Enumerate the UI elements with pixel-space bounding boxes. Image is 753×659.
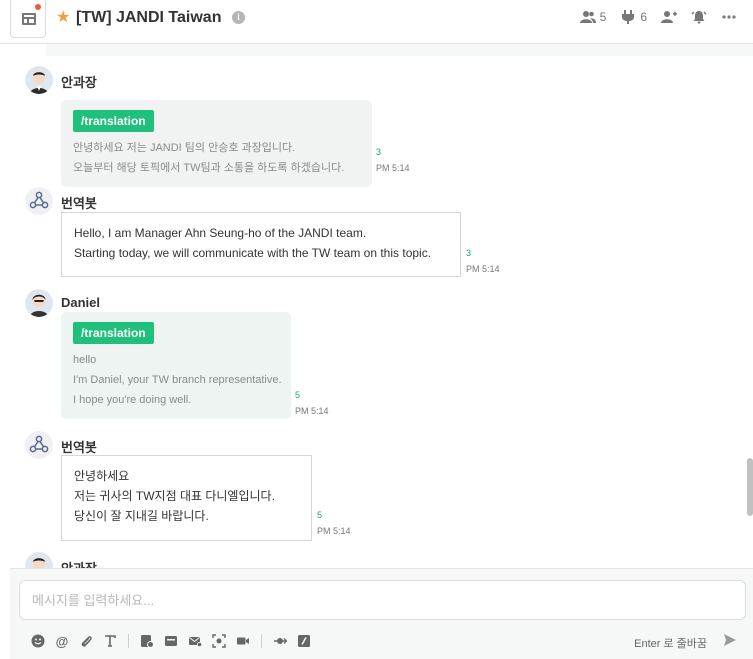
slash-command-icon[interactable] [296, 633, 312, 649]
chat-window: ★ [TW] JANDI Taiwan i 5 6 안과장 /translati… [0, 0, 753, 659]
header-actions: 5 6 [579, 10, 737, 24]
topic-icon [22, 13, 36, 25]
sender-name: 번역봇 [61, 440, 97, 455]
unread-count[interactable]: 5 [295, 390, 329, 400]
topic-list-button[interactable] [10, 0, 46, 38]
avatar[interactable] [25, 187, 53, 215]
message-time: PM 5:14 [317, 526, 351, 536]
plug-icon [622, 10, 635, 24]
unread-count[interactable]: 5 [317, 510, 351, 520]
avatar[interactable] [25, 66, 53, 94]
message-line: 안녕하세요 [74, 469, 130, 483]
message-time: PM 5:14 [466, 264, 500, 274]
command-badge[interactable]: /translation [73, 322, 154, 344]
avatar[interactable] [25, 289, 53, 317]
user-avatar-icon [25, 552, 53, 568]
send-icon[interactable] [723, 633, 737, 647]
message-bubble: Hello, I am Manager Ahn Seung-ho of the … [61, 212, 461, 277]
email-icon[interactable] [187, 633, 203, 649]
bell-icon [691, 11, 707, 24]
connect-button[interactable]: 6 [620, 10, 647, 24]
sender-name: 안과장 [61, 75, 97, 90]
message-bubble: 안녕하세요 저는 귀사의 TW지점 대표 다니엘입니다. 당신이 잘 지내길 바… [61, 455, 312, 541]
message-meta: 3 PM 5:14 [466, 248, 500, 274]
message-line: 당신이 잘 지내길 바랍니다. [74, 509, 209, 523]
members-icon [579, 11, 596, 23]
translate-icon[interactable] [272, 633, 288, 649]
connect-count: 6 [640, 10, 647, 24]
command-badge[interactable]: /translation [73, 110, 154, 132]
emoji-icon[interactable] [30, 633, 46, 649]
more-button[interactable] [721, 10, 737, 24]
message-line: hello [73, 354, 97, 366]
avatar[interactable] [25, 552, 53, 568]
user-avatar-icon [25, 66, 53, 94]
message-meta: 5 PM 5:14 [317, 510, 351, 536]
more-icon [722, 15, 736, 19]
unread-count[interactable]: 3 [376, 147, 410, 157]
screen-capture-icon[interactable] [211, 633, 227, 649]
video-call-icon[interactable] [235, 633, 251, 649]
composer-toolbar: @ [30, 631, 312, 651]
members-count: 5 [599, 10, 607, 24]
notification-button[interactable] [691, 10, 707, 24]
topic-header: ★ [TW] JANDI Taiwan i 5 6 [0, 0, 753, 44]
bot-avatar-icon [25, 187, 53, 215]
cut-off-previous-content [46, 44, 753, 56]
members-button[interactable]: 5 [579, 10, 607, 24]
enter-hint: Enter 로 줄바꿈 [634, 638, 707, 650]
mention-icon[interactable]: @ [54, 633, 70, 649]
message-line: Starting today, we will communicate with… [74, 246, 432, 260]
message-list: 안과장 /translation 안녕하세요 저는 JANDI 팀의 안승호 과… [10, 56, 740, 568]
message-input-box [19, 580, 746, 620]
add-user-icon [661, 11, 677, 23]
message-line: Hello, I am Manager Ahn Seung-ho of the … [74, 226, 367, 240]
poll-icon[interactable] [163, 633, 179, 649]
message-line: 저는 귀사의 TW지점 대표 다니엘입니다. [74, 489, 275, 503]
scrollbar[interactable] [747, 458, 753, 516]
message-input[interactable] [20, 581, 745, 619]
topic-title: [TW] JANDI Taiwan [76, 9, 222, 26]
toolbar-divider [261, 634, 262, 648]
sender-name: 번역봇 [61, 196, 97, 211]
composer: @ [10, 568, 753, 659]
sender-name: 안과장 [61, 558, 97, 568]
message-time: PM 5:14 [376, 163, 410, 173]
message-line: I'm Daniel, your TW branch representativ… [73, 374, 282, 386]
notification-dot [35, 4, 41, 10]
toolbar-divider [128, 634, 129, 648]
message-meta: 5 PM 5:14 [295, 390, 329, 416]
message-line: 오늘부터 해당 토픽에서 TW팀과 소통을 하도록 하겠습니다. [73, 162, 345, 174]
user-avatar-icon [25, 289, 53, 317]
star-icon[interactable]: ★ [56, 10, 70, 26]
todo-icon[interactable] [139, 633, 155, 649]
avatar[interactable] [25, 431, 53, 459]
message-meta: 3 PM 5:14 [376, 147, 410, 173]
message-time: PM 5:14 [295, 406, 329, 416]
unread-count[interactable]: 3 [466, 248, 500, 258]
message-line: I hope you're doing well. [73, 394, 192, 406]
message-line: 안녕하세요 저는 JANDI 팀의 안승호 과장입니다. [73, 142, 296, 154]
invite-button[interactable] [661, 10, 677, 24]
sender-name: Daniel [61, 295, 101, 310]
attachment-icon[interactable] [78, 633, 94, 649]
info-icon[interactable]: i [232, 11, 245, 24]
text-format-icon[interactable] [102, 633, 118, 649]
bot-avatar-icon [25, 431, 53, 459]
message-bubble: /translation hello I'm Daniel, your TW b… [61, 312, 291, 419]
message-bubble: /translation 안녕하세요 저는 JANDI 팀의 안승호 과장입니다… [61, 100, 372, 187]
